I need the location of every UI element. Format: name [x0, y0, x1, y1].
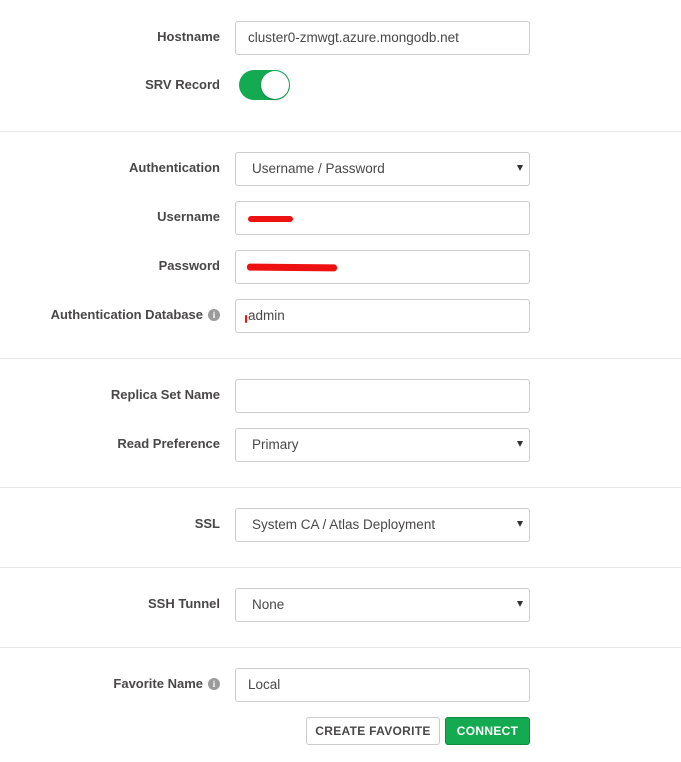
auth-database-label: Authentication Database i	[51, 307, 220, 322]
authentication-select[interactable]: Username / Password	[235, 152, 530, 186]
replica-set-label: Replica Set Name	[110, 387, 220, 402]
srv-record-row: SRV Record	[0, 69, 681, 103]
auth-database-input[interactable]: admin	[235, 299, 530, 333]
replica-set-input[interactable]	[235, 379, 530, 413]
redaction-mark	[245, 315, 247, 323]
hostname-row: Hostname cluster0-zmwgt.azure.mongodb.ne…	[0, 21, 681, 55]
auth-database-value: admin	[248, 308, 285, 323]
ssh-tunnel-select[interactable]: None	[235, 588, 530, 622]
favorite-name-input[interactable]: Local	[235, 668, 530, 702]
toggle-knob	[261, 71, 289, 99]
section-divider	[0, 647, 681, 648]
ssl-row: SSL System CA / Atlas Deployment	[0, 508, 681, 542]
favorite-name-row: Favorite Name i Local	[0, 668, 681, 702]
username-row: Username	[0, 201, 681, 235]
redaction-mark	[246, 263, 338, 272]
section-divider	[0, 358, 681, 359]
section-divider	[0, 131, 681, 132]
favorite-name-label: Favorite Name i	[113, 676, 220, 691]
ssl-selected-value: System CA / Atlas Deployment	[252, 517, 436, 532]
ssh-tunnel-label: SSH Tunnel	[148, 596, 220, 611]
info-circle-icon[interactable]: i	[208, 308, 220, 321]
ssl-select[interactable]: System CA / Atlas Deployment	[235, 508, 530, 542]
replica-set-row: Replica Set Name	[0, 379, 681, 413]
section-divider	[0, 487, 681, 488]
password-input[interactable]	[235, 250, 530, 284]
ssl-label: SSL	[194, 516, 220, 531]
create-favorite-button[interactable]: CREATE FAVORITE	[306, 717, 440, 745]
password-row: Password	[0, 250, 681, 284]
read-preference-row: Read Preference Primary	[0, 428, 681, 462]
caret-down-icon	[517, 441, 523, 447]
auth-database-row: Authentication Database i admin	[0, 299, 681, 333]
username-input[interactable]	[235, 201, 530, 235]
authentication-row: Authentication Username / Password	[0, 152, 681, 186]
read-preference-select[interactable]: Primary	[235, 428, 530, 462]
connect-button[interactable]: CONNECT	[445, 717, 530, 745]
info-circle-icon[interactable]: i	[208, 677, 220, 690]
ssh-tunnel-selected-value: None	[252, 597, 285, 612]
section-divider	[0, 567, 681, 568]
caret-down-icon	[517, 165, 523, 171]
caret-down-icon	[517, 601, 523, 607]
hostname-input[interactable]: cluster0-zmwgt.azure.mongodb.net	[235, 21, 530, 55]
ssh-tunnel-row: SSH Tunnel None	[0, 588, 681, 622]
hostname-label: Hostname	[157, 29, 220, 44]
authentication-label: Authentication	[129, 160, 220, 175]
srv-record-label: SRV Record	[145, 77, 220, 92]
password-label: Password	[158, 258, 220, 273]
srv-record-toggle[interactable]	[239, 70, 290, 100]
redaction-mark	[248, 216, 293, 222]
read-preference-label: Read Preference	[117, 436, 220, 451]
username-label: Username	[157, 209, 220, 224]
caret-down-icon	[517, 521, 523, 527]
authentication-selected-value: Username / Password	[252, 161, 385, 176]
read-preference-selected-value: Primary	[252, 437, 299, 452]
